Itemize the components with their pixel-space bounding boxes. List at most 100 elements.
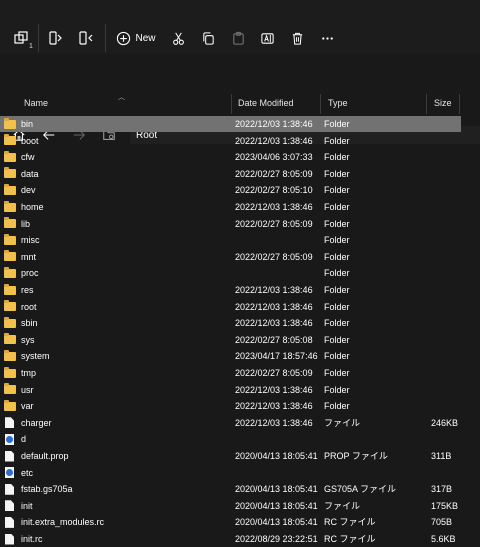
file-row[interactable]: etc — [0, 465, 480, 481]
file-size — [431, 133, 471, 149]
file-row[interactable]: usr 2022/12/03 1:38:46 Folder — [0, 382, 480, 398]
file-row[interactable]: data 2022/02/27 8:05:09 Folder — [0, 166, 480, 182]
file-size — [431, 265, 471, 281]
file-date-modified: 2022/12/03 1:38:46 — [235, 202, 313, 212]
file-name: sys — [21, 334, 35, 345]
file-type: GS705A ファイル — [324, 484, 397, 495]
file-date-modified — [235, 232, 325, 248]
file-type: Folder — [324, 152, 350, 163]
column-name-label: Name — [24, 98, 49, 108]
rename-button[interactable] — [256, 24, 278, 52]
panes-icon — [14, 31, 28, 44]
column-divider[interactable] — [459, 94, 460, 114]
new-button-label: New — [135, 32, 156, 44]
column-divider[interactable] — [426, 94, 427, 114]
file-icon — [4, 514, 16, 530]
sort-ascending-icon: ︿ — [118, 94, 125, 101]
copy-button[interactable] — [197, 24, 219, 52]
file-icon — [4, 481, 16, 497]
file-row[interactable]: tmp 2022/02/27 8:05:09 Folder — [0, 365, 480, 381]
file-type: Folder — [324, 251, 350, 262]
file-row[interactable]: default.prop 2020/04/13 18:05:41 PROP ファイル… — [0, 448, 480, 464]
pane-count-badge: 1 — [29, 43, 33, 50]
copy-icon — [202, 31, 214, 45]
file-size — [431, 249, 471, 265]
file-size — [431, 149, 471, 165]
file-row[interactable]: proc Folder — [0, 265, 480, 281]
file-row[interactable]: fstab.gs705a 2020/04/13 18:05:41 GS705A ファ… — [0, 481, 480, 497]
file-date-modified: 2022/02/27 8:05:09 — [235, 368, 313, 378]
file-row[interactable]: system 2023/04/17 18:57:46 Folder — [0, 348, 480, 364]
move-right-button[interactable] — [44, 24, 68, 52]
file-size: 705B — [431, 517, 453, 528]
file-type: PROP ファイル — [324, 451, 388, 461]
file-size — [431, 398, 471, 414]
file-size: 311B — [431, 451, 452, 461]
file-row[interactable]: dev 2022/02/27 8:05:10 Folder — [0, 182, 480, 198]
file-type: Folder — [324, 202, 350, 212]
panel-right-arrow-icon — [49, 31, 62, 45]
file-size — [431, 332, 471, 348]
column-date-modified[interactable]: Date Modified — [232, 92, 320, 114]
cut-button[interactable] — [167, 24, 189, 52]
file-date-modified: 2022/12/03 1:38:46 — [235, 119, 313, 129]
file-type: Folder — [324, 334, 350, 345]
column-size[interactable]: Size — [428, 92, 458, 114]
file-date-modified: 2020/04/13 18:05:41 — [235, 451, 318, 461]
folder-icon — [4, 232, 16, 248]
file-type: ファイル — [324, 417, 361, 428]
paste-button[interactable] — [227, 24, 249, 52]
file-row[interactable]: cfw 2023/04/06 3:07:33 Folder — [0, 149, 480, 165]
file-size — [431, 216, 471, 232]
file-row[interactable]: d — [0, 431, 480, 447]
file-type: Folder — [324, 368, 350, 378]
file-type: Folder — [324, 285, 350, 295]
file-type: Folder — [324, 301, 350, 312]
file-row[interactable]: mnt 2022/02/27 8:05:09 Folder — [0, 249, 480, 265]
file-row[interactable]: lib 2022/02/27 8:05:09 Folder — [0, 216, 480, 232]
file-row[interactable]: root 2022/12/03 1:38:46 Folder — [0, 299, 480, 315]
file-date-modified: 2022/12/03 1:38:46 — [235, 318, 313, 329]
file-date-modified — [235, 465, 325, 481]
more-options-button[interactable] — [316, 24, 338, 52]
move-left-button[interactable] — [74, 24, 98, 52]
file-size — [431, 232, 471, 248]
file-type — [324, 465, 424, 481]
file-type: Folder — [324, 119, 350, 129]
file-name: usr — [21, 384, 34, 395]
file-row[interactable]: sys 2022/02/27 8:05:08 Folder — [0, 332, 480, 348]
file-date-modified — [235, 265, 325, 281]
column-divider[interactable] — [320, 94, 321, 114]
delete-button[interactable] — [286, 24, 308, 52]
file-row[interactable]: var 2022/12/03 1:38:46 Folder — [0, 398, 480, 414]
command-bar: 1 New — [0, 0, 480, 54]
column-header: Name Date Modified Type Size — [0, 92, 480, 114]
file-row[interactable]: init 2020/04/13 18:05:41 ファイル 175KB — [0, 498, 480, 514]
file-row[interactable]: charger 2022/12/03 1:38:46 ファイル 246KB — [0, 415, 480, 431]
new-button[interactable]: New — [113, 24, 159, 52]
file-row[interactable]: home 2022/12/03 1:38:46 Folder — [0, 199, 480, 215]
file-row[interactable]: sbin 2022/12/03 1:38:46 Folder — [0, 315, 480, 331]
folder-icon — [4, 332, 16, 348]
file-row[interactable]: misc Folder — [0, 232, 480, 248]
file-date-modified: 2022/02/27 8:05:09 — [235, 251, 313, 262]
file-type: Folder — [324, 168, 350, 179]
folder-icon — [4, 315, 16, 331]
file-row[interactable]: boot 2022/12/03 1:38:46 Folder — [0, 133, 480, 149]
file-date-modified: 2023/04/06 3:07:33 — [235, 152, 313, 163]
link-icon — [4, 465, 16, 481]
file-row[interactable]: res 2022/12/03 1:38:46 Folder — [0, 282, 480, 298]
file-name: root — [21, 301, 37, 312]
folder-icon — [4, 116, 16, 132]
file-date-modified: 2020/04/13 18:05:41 — [235, 517, 318, 528]
column-type[interactable]: Type — [322, 92, 426, 114]
column-divider[interactable] — [231, 94, 232, 114]
file-row[interactable]: init.extra_modules.rc 2020/04/13 18:05:41… — [0, 514, 480, 530]
file-row[interactable]: bin 2022/12/03 1:38:46 Folder — [0, 116, 480, 132]
file-icon — [4, 448, 16, 464]
file-date-modified: 2022/02/27 8:05:09 — [235, 218, 313, 229]
file-date-modified: 2023/04/17 18:57:46 — [235, 351, 318, 362]
file-type: RC ファイル — [324, 517, 376, 528]
folder-icon — [4, 133, 16, 149]
file-name: fstab.gs705a — [21, 484, 73, 495]
